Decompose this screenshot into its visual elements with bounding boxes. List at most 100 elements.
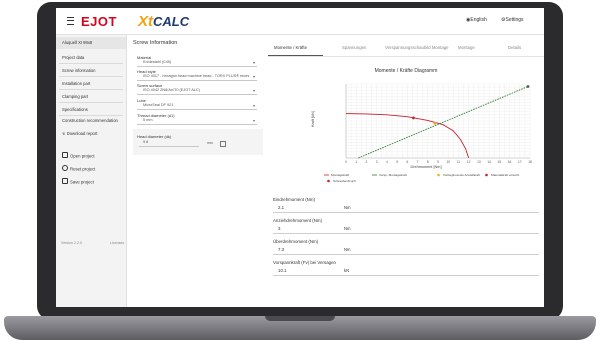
- result-unit: Nm: [344, 247, 351, 252]
- download-report-label: Download report: [66, 131, 98, 136]
- x-tick-label: 4: [386, 160, 388, 164]
- x-tick-label: 17: [518, 160, 522, 164]
- ejot-logo: EJOT: [81, 14, 117, 29]
- reset-icon: [62, 165, 68, 171]
- language-selector[interactable]: ◉English: [466, 17, 487, 23]
- legend-swatch: [437, 173, 440, 177]
- head-diameter-label: Head diameter (dk): [137, 134, 172, 139]
- open-project-label: Open project: [70, 153, 95, 159]
- field-underline: [137, 124, 257, 125]
- screw-surface-select[interactable]: ISO 4042 ZN8/An/T0 (EJOT ALC): [143, 88, 200, 92]
- result-label: Vorspannkraft (Fv) bei Versagen: [273, 260, 336, 265]
- x-tick-label: 9: [437, 160, 439, 164]
- head-diameter-input[interactable]: 9.8: [143, 140, 148, 144]
- save-project-label: Save project: [70, 179, 94, 185]
- reset-project-button[interactable]: Reset project: [62, 165, 95, 172]
- x-tick-label: 18: [528, 160, 532, 164]
- top-bar: EJOT XtCALC ◉English ⚙Settings: [56, 8, 544, 35]
- data-marker: [526, 85, 530, 88]
- chart-panel: Momente / Kräfte Diagramm 0 1 2 3 4 5 6 7 8 9 10 11…: [268, 62, 544, 188]
- sidebar-item-screw-information[interactable]: Screw information: [62, 68, 96, 73]
- thread-diameter-select[interactable]: 5 mm: [143, 118, 153, 122]
- tab-momente-kraefte[interactable]: Momente / Kräfte: [274, 45, 307, 50]
- legend-label: Materialkraft erreicht: [491, 173, 519, 177]
- lube-select[interactable]: MicroSeal DF 921: [143, 103, 173, 107]
- licenses-link[interactable]: Licenses: [110, 241, 124, 245]
- screw-information-form: Screw Information Material Kohlestahl (C…: [127, 35, 267, 160]
- field-underline: [137, 94, 257, 95]
- field-underline: [137, 109, 257, 110]
- tab-verspannungsschaubild[interactable]: Verspannungsschaubild Montage: [385, 45, 449, 50]
- tab-details[interactable]: Details: [508, 45, 521, 50]
- sidebar-divider: [59, 63, 123, 64]
- x-tick-label: 6: [406, 160, 408, 164]
- legend-swatch: [485, 173, 488, 177]
- legend-label: Montagekraft: [331, 173, 349, 177]
- x-axis-label: Drehmoment [Nm]: [410, 165, 441, 169]
- sidebar-item-specifications[interactable]: Specifications: [62, 107, 88, 112]
- chart-grid: [345, 83, 531, 159]
- tab-spannungen[interactable]: Spannungen: [342, 45, 366, 50]
- chevron-down-icon[interactable]: ▾: [253, 60, 255, 65]
- legend-swatch: [327, 179, 330, 183]
- results-panel: Eindrehmoment (Nm) 2.1 Nm Anziehdrehmome…: [268, 193, 544, 307]
- result-unit: kN: [344, 268, 350, 273]
- result-divider: [273, 233, 539, 234]
- xtcalc-logo: XtCALC: [138, 13, 189, 30]
- result-label: Eindrehmoment (Nm): [273, 197, 315, 202]
- open-project-button[interactable]: Open project: [62, 152, 95, 159]
- sidebar-item-installation-part[interactable]: Installation part: [62, 81, 90, 86]
- chart-markers: [412, 85, 530, 125]
- head-diameter-checkbox[interactable]: [220, 141, 226, 147]
- reset-project-label: Reset project: [70, 166, 96, 172]
- x-tick-label: 12: [467, 160, 471, 164]
- laptop-frame: EJOT XtCALC ◉English ⚙Settings Aluquell …: [0, 0, 600, 347]
- laptop-notch: [265, 316, 335, 321]
- settings-label: Settings: [505, 17, 524, 23]
- head-diameter-section: [133, 129, 263, 155]
- sidebar-divider: [59, 102, 123, 103]
- field-underline: [139, 146, 199, 147]
- sidebar-item-download-report[interactable]: ↯ Download report: [62, 131, 97, 136]
- folder-icon: [62, 152, 68, 158]
- chevron-down-icon[interactable]: ▾: [253, 103, 255, 108]
- material-select[interactable]: Kohlestahl (C45): [143, 60, 171, 64]
- result-divider: [273, 212, 539, 213]
- result-unit: Nm: [344, 226, 351, 231]
- sidebar-divider: [59, 76, 123, 77]
- result-value: 7.3: [278, 247, 285, 252]
- x-tick-label: 8: [427, 160, 429, 164]
- sidebar-item-construction-recommendation[interactable]: Construction recommendation: [62, 118, 120, 123]
- sidebar-item-clamping-part[interactable]: Clamping part: [62, 94, 88, 99]
- field-underline: [137, 66, 257, 67]
- x-tick-label: 15: [498, 160, 502, 164]
- legend-label: Vorbeginnende Anstellkraft: [443, 173, 480, 177]
- moment-force-chart: Momente / Kräfte Diagramm 0 1 2 3 4 5 6 7 8 9 10 11…: [311, 68, 532, 183]
- head-style-select[interactable]: ISO 4017 - hexagon head machine head - T…: [143, 74, 249, 78]
- x-tick-label: 5: [396, 160, 398, 164]
- menu-icon[interactable]: [67, 17, 74, 25]
- result-divider: [273, 254, 539, 255]
- tab-montage[interactable]: Montage: [458, 45, 475, 50]
- chart-title: Momente / Kräfte Diagramm: [375, 68, 438, 74]
- sidebar-divider: [59, 89, 123, 90]
- save-project-button[interactable]: Save project: [62, 178, 94, 185]
- chart-x-ticks: 0 1 2 3 4 5 6 7 8 9 10 11 12 13 14 15 16 17 18: [345, 160, 532, 164]
- x-tick-label: 7: [417, 160, 419, 164]
- chevron-down-icon[interactable]: ▾: [253, 88, 255, 93]
- sidebar-item-project-data[interactable]: Project data: [62, 55, 84, 60]
- app-screen: EJOT XtCALC ◉English ⚙Settings Aluquell …: [56, 8, 544, 307]
- result-unit: Nm: [344, 205, 351, 210]
- chevron-down-icon[interactable]: ▾: [253, 74, 255, 79]
- active-tab-indicator: [268, 55, 323, 56]
- legend-label: Vorsp. Montagekraft: [379, 173, 407, 177]
- data-marker: [433, 122, 437, 125]
- settings-button[interactable]: ⚙Settings: [501, 17, 524, 23]
- data-marker: [412, 116, 415, 120]
- chevron-down-icon[interactable]: ▾: [253, 118, 255, 123]
- chart-legend: Montagekraft Vorsp. Montagekraft Vorbeginn…: [324, 173, 519, 183]
- x-tick-label: 0: [345, 160, 347, 164]
- xtcalc-logo-calc: CALC: [153, 14, 190, 29]
- legend-label: Schraubenbruch: [333, 179, 356, 183]
- x-tick-label: 16: [508, 160, 512, 164]
